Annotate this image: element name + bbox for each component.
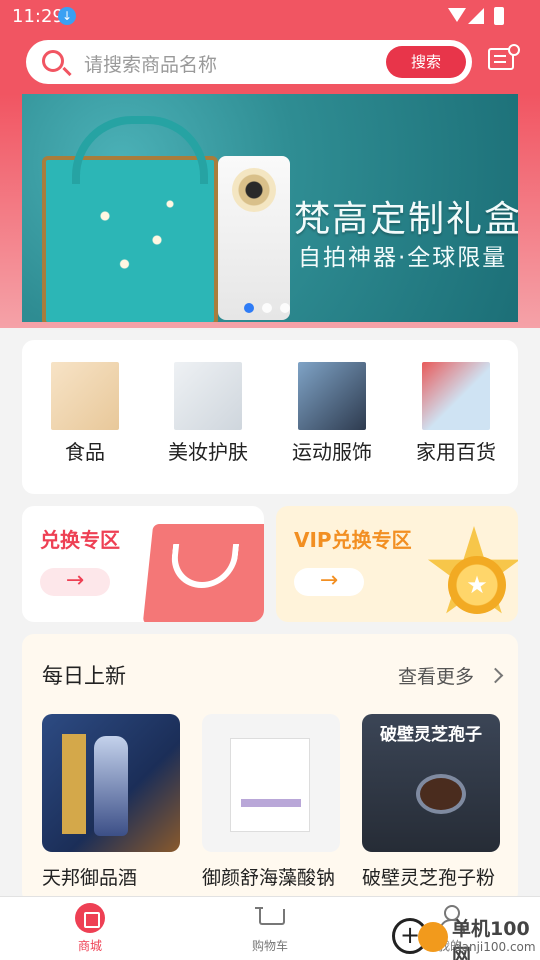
search-button[interactable]: 搜索 bbox=[386, 46, 466, 78]
search-input[interactable]: 请搜索商品名称 bbox=[84, 50, 217, 77]
vip-exchange-zone-card[interactable]: VIP兑换专区 → ★ bbox=[276, 506, 518, 622]
beauty-thumbnail bbox=[174, 362, 242, 430]
gift-bag-image bbox=[42, 116, 218, 322]
category-label: 美妆护肤 bbox=[168, 440, 248, 464]
vip-exchange-zone-title: VIP兑换专区 bbox=[294, 528, 412, 552]
product-card[interactable]: 破壁灵芝孢子 破壁灵芝孢子粉 bbox=[362, 714, 500, 904]
exchange-zone-card[interactable]: 兑换专区 → bbox=[22, 506, 264, 622]
status-bar: 11:29 ↓ bbox=[0, 0, 540, 32]
category-grid: 食品 美妆护肤 运动服饰 家用百货 bbox=[22, 340, 518, 494]
banner-subtitle: 自拍神器·全球限量 bbox=[298, 245, 508, 271]
vip-exchange-zone-arrow-button[interactable]: → bbox=[294, 568, 364, 596]
tab-label: 商城 bbox=[77, 939, 102, 953]
product-image[interactable]: 破壁灵芝孢子 bbox=[362, 714, 500, 852]
cart-icon bbox=[255, 903, 285, 933]
see-more-link[interactable]: 查看更多 bbox=[398, 662, 474, 689]
category-label: 运动服饰 bbox=[292, 440, 372, 464]
category-beauty[interactable]: 美妆护肤 bbox=[153, 362, 263, 465]
product-card[interactable]: 天邦御品酒 bbox=[42, 714, 180, 904]
section-title: 每日上新 bbox=[42, 664, 126, 688]
promo-banner[interactable]: 梵高定制礼盒 自拍神器·全球限量 bbox=[22, 94, 518, 322]
banner-dot[interactable] bbox=[262, 303, 272, 313]
daily-new-section: 每日上新 查看更多 天邦御品酒 御颜舒海藻酸钠创面护理贴 破壁灵芝孢子 破壁灵芝… bbox=[22, 634, 518, 904]
category-label: 食品 bbox=[65, 440, 105, 464]
product-image-caption: 破壁灵芝孢子 bbox=[380, 725, 482, 745]
shopping-bag-icon bbox=[142, 524, 264, 622]
selfie-camera-image bbox=[218, 156, 290, 320]
search-bar[interactable]: 请搜索商品名称 搜索 bbox=[26, 40, 472, 84]
site-watermark: + 单机100网 danji100.com bbox=[392, 912, 538, 960]
battery-icon bbox=[494, 7, 504, 25]
tab-mall[interactable]: 商城 bbox=[50, 903, 130, 954]
exchange-zone-title: 兑换专区 bbox=[40, 528, 120, 552]
tab-cart[interactable]: 购物车 bbox=[230, 903, 310, 954]
sportswear-thumbnail bbox=[298, 362, 366, 430]
download-icon: ↓ bbox=[58, 7, 76, 25]
food-thumbnail bbox=[51, 362, 119, 430]
tab-label: 购物车 bbox=[251, 939, 288, 953]
watermark-ball bbox=[418, 922, 448, 952]
mall-bag-icon bbox=[75, 903, 105, 933]
status-time: 11:29 bbox=[12, 6, 64, 27]
signal-icon bbox=[468, 8, 484, 24]
category-food[interactable]: 食品 bbox=[30, 362, 140, 465]
watermark-url: danji100.com bbox=[454, 940, 536, 954]
category-sportswear[interactable]: 运动服饰 bbox=[277, 362, 387, 465]
banner-pagination bbox=[244, 298, 298, 313]
product-card[interactable]: 御颜舒海藻酸钠创面护理贴 bbox=[202, 714, 340, 904]
app-header: 请搜索商品名称 搜索 bbox=[0, 32, 540, 94]
exchange-zone-arrow-button[interactable]: → bbox=[40, 568, 110, 596]
category-label: 家用百货 bbox=[416, 440, 496, 464]
message-icon[interactable] bbox=[488, 44, 520, 74]
household-thumbnail bbox=[422, 362, 490, 430]
category-household[interactable]: 家用百货 bbox=[401, 362, 511, 465]
banner-dot[interactable] bbox=[280, 303, 290, 313]
product-image[interactable] bbox=[202, 714, 340, 852]
wifi-icon bbox=[448, 8, 466, 22]
chevron-right-icon[interactable] bbox=[487, 667, 504, 684]
product-image[interactable] bbox=[42, 714, 180, 852]
star-coin-icon: ★ bbox=[426, 526, 518, 622]
banner-dot-active[interactable] bbox=[244, 303, 254, 313]
search-icon bbox=[42, 50, 64, 72]
banner-title: 梵高定制礼盒 bbox=[294, 199, 518, 240]
